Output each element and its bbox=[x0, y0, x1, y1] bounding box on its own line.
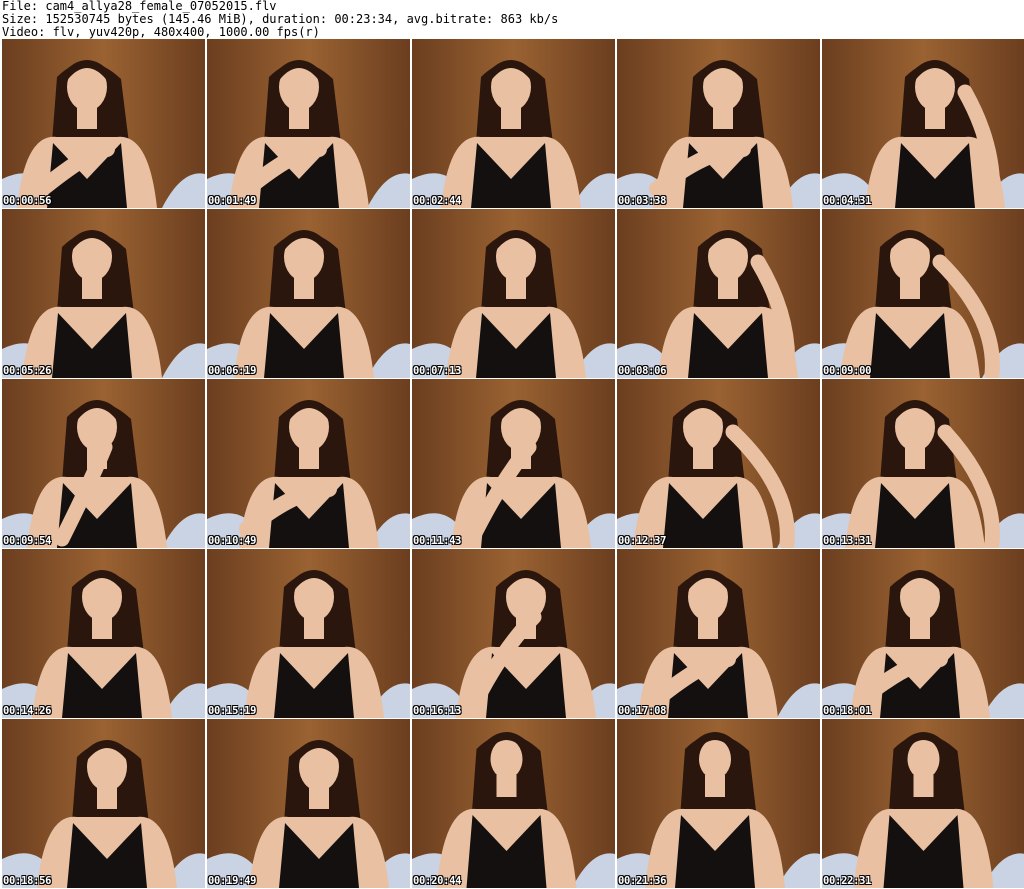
webcam-frame-icon bbox=[207, 209, 410, 378]
video-thumbnail: 00:05:26 bbox=[2, 209, 205, 378]
video-thumbnail: 00:14:26 bbox=[2, 549, 205, 718]
video-thumbnail: 00:01:49 bbox=[207, 39, 410, 208]
timestamp-label: 00:22:31 bbox=[823, 875, 872, 887]
timestamp-label: 00:20:44 bbox=[413, 875, 462, 887]
timestamp-label: 00:21:36 bbox=[618, 875, 667, 887]
timestamp-label: 00:15:19 bbox=[208, 705, 257, 717]
video-thumbnail: 00:12:37 bbox=[617, 379, 820, 548]
video-thumbnail: 00:15:19 bbox=[207, 549, 410, 718]
webcam-frame-icon bbox=[412, 39, 615, 208]
webcam-frame-icon bbox=[617, 39, 820, 208]
webcam-frame-icon bbox=[412, 379, 615, 548]
video-thumbnail: 00:09:54 bbox=[2, 379, 205, 548]
timestamp-label: 00:18:01 bbox=[823, 705, 872, 717]
video-thumbnail: 00:08:06 bbox=[617, 209, 820, 378]
webcam-frame-icon bbox=[822, 719, 1024, 888]
file-info-header: File: cam4_allya28_female_07052015.flv S… bbox=[2, 0, 1022, 39]
timestamp-label: 00:02:44 bbox=[413, 195, 462, 207]
timestamp-label: 00:07:13 bbox=[413, 365, 462, 377]
webcam-frame-icon bbox=[617, 549, 820, 718]
timestamp-label: 00:03:38 bbox=[618, 195, 667, 207]
webcam-frame-icon bbox=[617, 379, 820, 548]
video-thumbnail: 00:00:56 bbox=[2, 39, 205, 208]
timestamp-label: 00:11:43 bbox=[413, 535, 462, 547]
video-thumbnail: 00:19:49 bbox=[207, 719, 410, 888]
webcam-frame-icon bbox=[412, 209, 615, 378]
timestamp-label: 00:00:56 bbox=[3, 195, 52, 207]
video-thumbnail: 00:18:01 bbox=[822, 549, 1024, 718]
webcam-frame-icon bbox=[2, 719, 205, 888]
timestamp-label: 00:16:13 bbox=[413, 705, 462, 717]
video-thumbnail: 00:03:38 bbox=[617, 39, 820, 208]
video-thumbnail: 00:07:13 bbox=[412, 209, 615, 378]
video-info-line: Video: flv, yuv420p, 480x400, 1000.00 fp… bbox=[2, 25, 320, 39]
timestamp-label: 00:01:49 bbox=[208, 195, 257, 207]
video-thumbnail: 00:17:08 bbox=[617, 549, 820, 718]
webcam-frame-icon bbox=[822, 39, 1024, 208]
timestamp-label: 00:13:31 bbox=[823, 535, 872, 547]
video-thumbnail: 00:11:43 bbox=[412, 379, 615, 548]
timestamp-label: 00:06:19 bbox=[208, 365, 257, 377]
video-thumbnail: 00:13:31 bbox=[822, 379, 1024, 548]
timestamp-label: 00:19:49 bbox=[208, 875, 257, 887]
webcam-frame-icon bbox=[2, 209, 205, 378]
timestamp-label: 00:05:26 bbox=[3, 365, 52, 377]
webcam-frame-icon bbox=[207, 39, 410, 208]
webcam-frame-icon bbox=[617, 209, 820, 378]
webcam-frame-icon bbox=[822, 549, 1024, 718]
video-thumbnail: 00:16:13 bbox=[412, 549, 615, 718]
timestamp-label: 00:04:31 bbox=[823, 195, 872, 207]
webcam-frame-icon bbox=[2, 39, 205, 208]
webcam-frame-icon bbox=[207, 719, 410, 888]
video-thumbnail: 00:04:31 bbox=[822, 39, 1024, 208]
timestamp-label: 00:09:00 bbox=[823, 365, 872, 377]
video-thumbnail: 00:09:00 bbox=[822, 209, 1024, 378]
thumbnail-grid: 00:00:56 00:01:49 00:02:44 00:03:38 00:0… bbox=[0, 39, 1024, 889]
timestamp-label: 00:18:56 bbox=[3, 875, 52, 887]
video-thumbnail: 00:20:44 bbox=[412, 719, 615, 888]
webcam-frame-icon bbox=[822, 209, 1024, 378]
timestamp-label: 00:09:54 bbox=[3, 535, 52, 547]
video-thumbnail: 00:02:44 bbox=[412, 39, 615, 208]
timestamp-label: 00:08:06 bbox=[618, 365, 667, 377]
timestamp-label: 00:12:37 bbox=[618, 535, 667, 547]
timestamp-label: 00:17:08 bbox=[618, 705, 667, 717]
webcam-frame-icon bbox=[617, 719, 820, 888]
webcam-frame-icon bbox=[2, 549, 205, 718]
webcam-frame-icon bbox=[2, 379, 205, 548]
webcam-frame-icon bbox=[207, 549, 410, 718]
webcam-frame-icon bbox=[412, 549, 615, 718]
video-thumbnail: 00:22:31 bbox=[822, 719, 1024, 888]
webcam-frame-icon bbox=[412, 719, 615, 888]
webcam-frame-icon bbox=[822, 379, 1024, 548]
timestamp-label: 00:10:49 bbox=[208, 535, 257, 547]
video-thumbnail: 00:21:36 bbox=[617, 719, 820, 888]
timestamp-label: 00:14:26 bbox=[3, 705, 52, 717]
webcam-frame-icon bbox=[207, 379, 410, 548]
video-thumbnail: 00:10:49 bbox=[207, 379, 410, 548]
video-thumbnail: 00:06:19 bbox=[207, 209, 410, 378]
video-thumbnail: 00:18:56 bbox=[2, 719, 205, 888]
